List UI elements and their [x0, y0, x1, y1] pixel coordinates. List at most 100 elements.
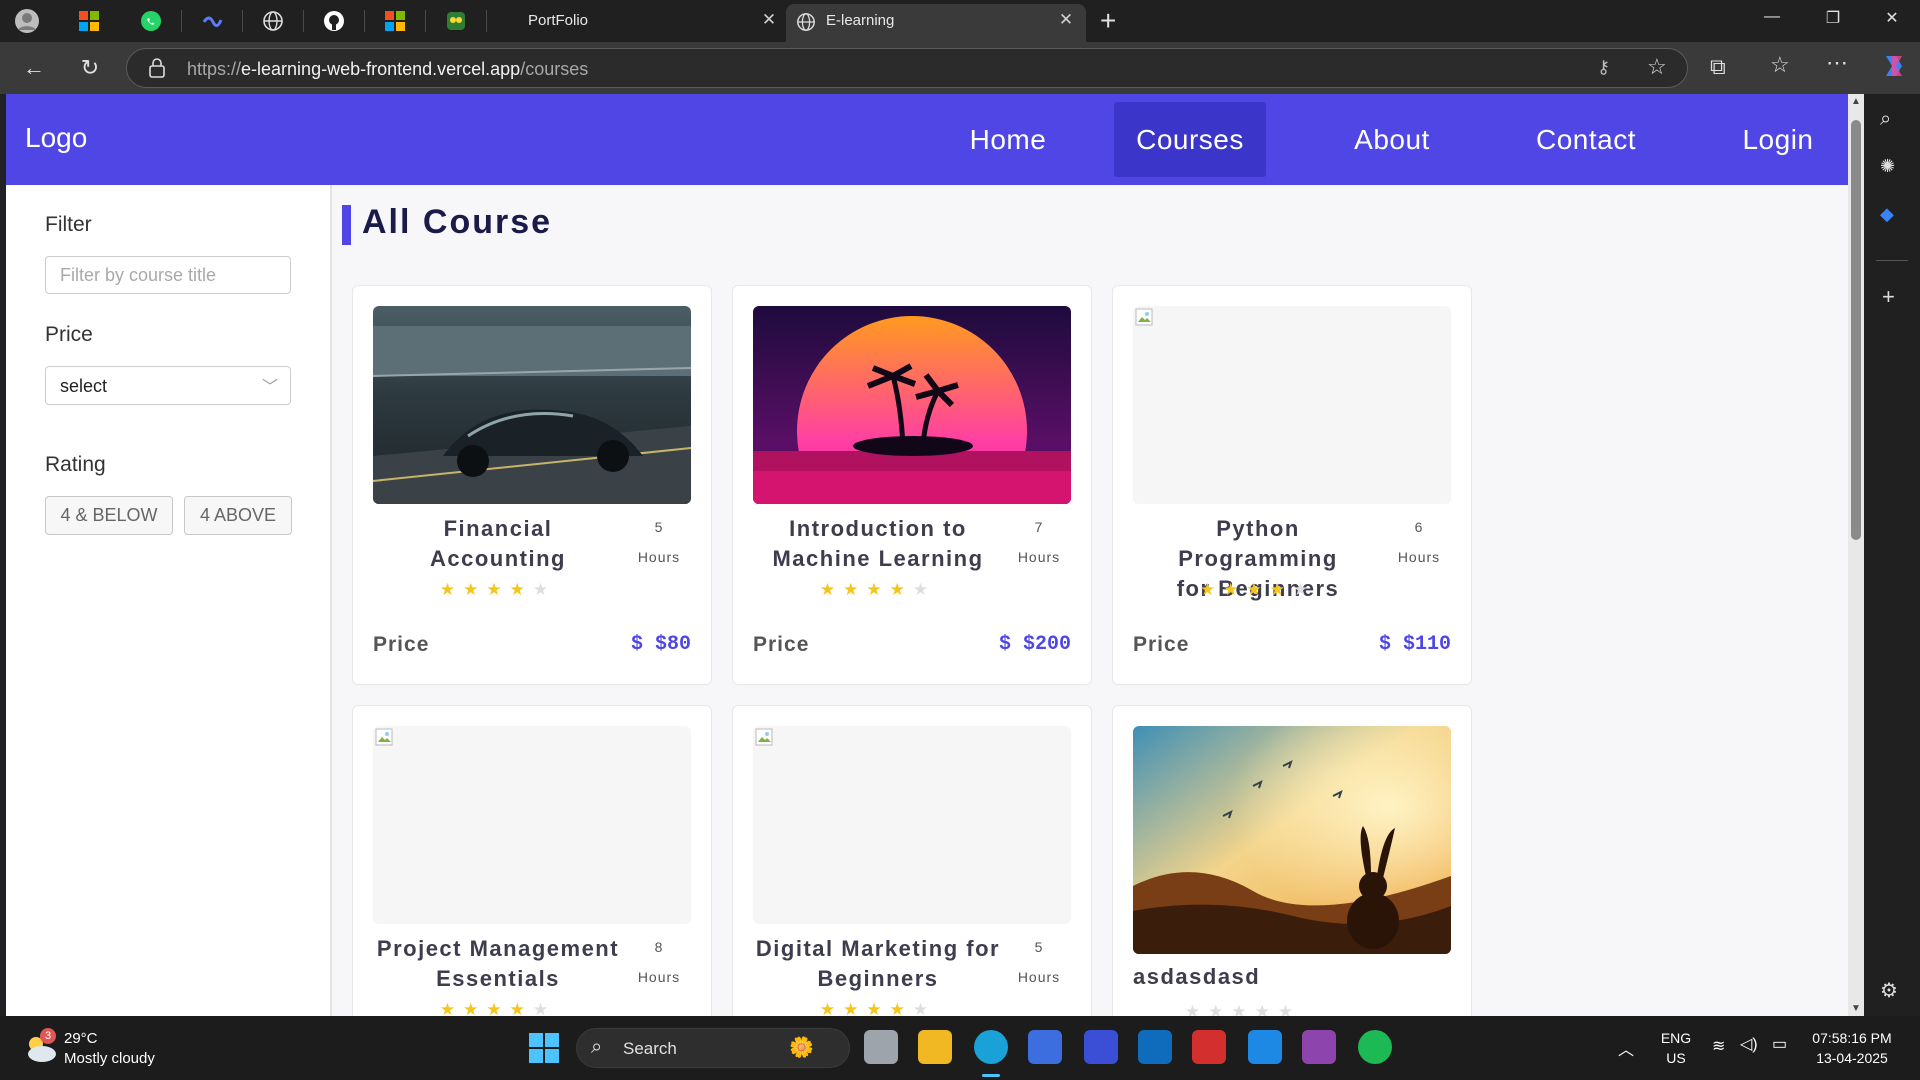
search-icon[interactable]: ⌕: [1880, 108, 1891, 131]
extensions-icon[interactable]: ⧉: [1710, 54, 1726, 80]
globe-icon: [796, 12, 816, 37]
nav-home[interactable]: Home: [946, 102, 1070, 177]
course-title: Digital Marketing for Beginners: [755, 936, 1001, 991]
mcafee-icon[interactable]: [1192, 1030, 1226, 1064]
figma-icon[interactable]: [1302, 1030, 1336, 1064]
app-diamond-icon[interactable]: ◆: [1880, 204, 1894, 225]
course-hours: 7 Hours: [1017, 519, 1061, 565]
vscode-icon[interactable]: [1248, 1030, 1282, 1064]
broken-image-icon: [375, 728, 393, 746]
app-icon[interactable]: [1084, 1030, 1118, 1064]
task-view-icon[interactable]: [864, 1030, 898, 1064]
page-scrollbar[interactable]: ▲ ▼: [1848, 94, 1864, 1016]
course-title: Financial Accounting: [430, 516, 566, 571]
tab-separator: [303, 10, 304, 32]
course-hours: 5 Hours: [1017, 939, 1061, 985]
outlook-icon[interactable]: [1138, 1030, 1172, 1064]
chatgpt-icon[interactable]: ✺: [1880, 156, 1895, 177]
weather-alert-badge: 3: [40, 1028, 56, 1044]
edge-side-panel: ⌕ ✺ ◆ + ⚙: [1864, 94, 1920, 1016]
nav-about[interactable]: About: [1322, 102, 1462, 177]
tab-e-learning-label: E-learning: [826, 12, 895, 29]
price-select[interactable]: select ﹀: [45, 366, 291, 405]
tab-e-learning[interactable]: E-learning ✕: [786, 4, 1086, 42]
reload-icon[interactable]: ↻: [72, 50, 108, 86]
spotify-icon[interactable]: [1358, 1030, 1392, 1064]
restore-icon[interactable]: ❐: [1813, 8, 1853, 28]
course-card[interactable]: Financial Accounting 5 Hours ★★★★★ Price $…: [352, 285, 712, 685]
globe-tab-icon[interactable]: [260, 8, 286, 34]
battery-icon[interactable]: ▭: [1772, 1034, 1787, 1054]
course-card[interactable]: asdasdasd ★★★★★: [1112, 705, 1472, 1016]
profile-avatar-icon[interactable]: [14, 8, 40, 34]
rating-4-above-button[interactable]: 4 ABOVE: [184, 496, 292, 535]
course-price: $ $80: [630, 633, 691, 656]
tray-chevron-up-icon[interactable]: ︿: [1618, 1036, 1634, 1060]
course-card[interactable]: Digital Marketing for Beginners 5 Hours ★★…: [732, 705, 1092, 1016]
microsoft-store-icon[interactable]: [1028, 1030, 1062, 1064]
region-indicator[interactable]: US: [1660, 1050, 1692, 1066]
add-icon[interactable]: +: [1882, 284, 1895, 310]
microsoft-tab-icon[interactable]: [382, 8, 408, 34]
tab-separator: [242, 10, 243, 32]
browser-tab-strip: PortFolio ✕ E-learning ✕ + — ❐ ✕: [0, 0, 1920, 42]
minimize-icon[interactable]: —: [1752, 8, 1792, 26]
broken-image-icon: [755, 728, 773, 746]
key-icon[interactable]: ⚷: [1597, 57, 1610, 78]
course-card[interactable]: Introduction to Machine Learning 7 Hours ★…: [732, 285, 1092, 685]
back-icon[interactable]: ←: [16, 50, 52, 86]
nav-login[interactable]: Login: [1718, 102, 1838, 177]
scroll-down-icon[interactable]: ▼: [1851, 1003, 1861, 1014]
nav-contact[interactable]: Contact: [1506, 102, 1666, 177]
close-icon[interactable]: ✕: [759, 10, 779, 30]
microsoft-store-tab-icon[interactable]: [76, 8, 102, 34]
favorite-star-icon[interactable]: ☆: [1647, 54, 1667, 80]
whatsapp-tab-icon[interactable]: [138, 8, 164, 34]
course-card[interactable]: Project Management Essentials 8 Hours ★★★★…: [352, 705, 712, 1016]
settings-gear-icon[interactable]: ⚙: [1880, 978, 1898, 1003]
scrollbar-thumb[interactable]: [1851, 120, 1861, 540]
copilot-icon[interactable]: [1880, 52, 1908, 85]
windows-start-icon[interactable]: [528, 1032, 560, 1069]
new-tab-icon[interactable]: +: [1100, 5, 1116, 37]
rating-stars: ★★★★★: [439, 1000, 557, 1016]
course-content: All Course Financial Accounting 5 Hours …: [334, 185, 1848, 1016]
volume-icon[interactable]: ◁): [1740, 1034, 1758, 1054]
rating-stars: ★★★★★: [819, 580, 937, 599]
sidebar-divider: [1876, 260, 1908, 261]
course-title-filter-input[interactable]: [45, 256, 291, 294]
course-price: $ $110: [1378, 633, 1451, 656]
close-icon[interactable]: ✕: [1056, 10, 1076, 30]
tab-portfolio-label[interactable]: PortFolio: [528, 12, 588, 29]
rating-stars: ★★★★★: [1199, 580, 1317, 599]
course-image-missing: [373, 726, 691, 924]
file-explorer-icon[interactable]: [918, 1030, 952, 1064]
weather-description[interactable]: Mostly cloudy: [64, 1050, 155, 1067]
course-image-missing: [1133, 306, 1451, 504]
site-logo[interactable]: Logo: [25, 122, 87, 154]
weather-temperature[interactable]: 29°C: [64, 1030, 98, 1047]
language-indicator[interactable]: ENG: [1660, 1030, 1692, 1046]
window-close-icon[interactable]: ✕: [1872, 8, 1912, 28]
windows-taskbar: 3 29°C Mostly cloudy ⌕ Search 🌼 ︿ ENG US…: [0, 1016, 1920, 1080]
edge-browser-icon[interactable]: [974, 1030, 1008, 1064]
app-tab-icon[interactable]: [199, 8, 225, 34]
rating-4-below-button[interactable]: 4 & BELOW: [45, 496, 173, 535]
wifi-icon[interactable]: ≋: [1712, 1036, 1725, 1056]
nav-courses[interactable]: Courses: [1114, 102, 1266, 177]
clock-date[interactable]: 13-04-2025: [1808, 1050, 1896, 1066]
favorites-icon[interactable]: ☆: [1770, 52, 1790, 78]
course-hours: 6 Hours: [1397, 519, 1441, 565]
github-tab-icon[interactable]: [321, 8, 347, 34]
course-card[interactable]: Python Programming for Beginners 6 Hours ★…: [1112, 285, 1472, 685]
more-menu-icon[interactable]: ⋯: [1826, 50, 1848, 76]
rating-stars: ★★★★★: [1184, 1002, 1302, 1016]
game-tab-icon[interactable]: [443, 8, 469, 34]
address-bar[interactable]: https://e-learning-web-frontend.vercel.a…: [126, 48, 1688, 88]
clock-time[interactable]: 07:58:16 PM: [1808, 1030, 1896, 1046]
tab-separator: [364, 10, 365, 32]
lock-icon[interactable]: [149, 58, 165, 83]
taskbar-search-box[interactable]: ⌕ Search 🌼: [576, 1028, 850, 1068]
rating-label: Rating: [45, 453, 106, 476]
scroll-up-icon[interactable]: ▲: [1851, 96, 1861, 107]
